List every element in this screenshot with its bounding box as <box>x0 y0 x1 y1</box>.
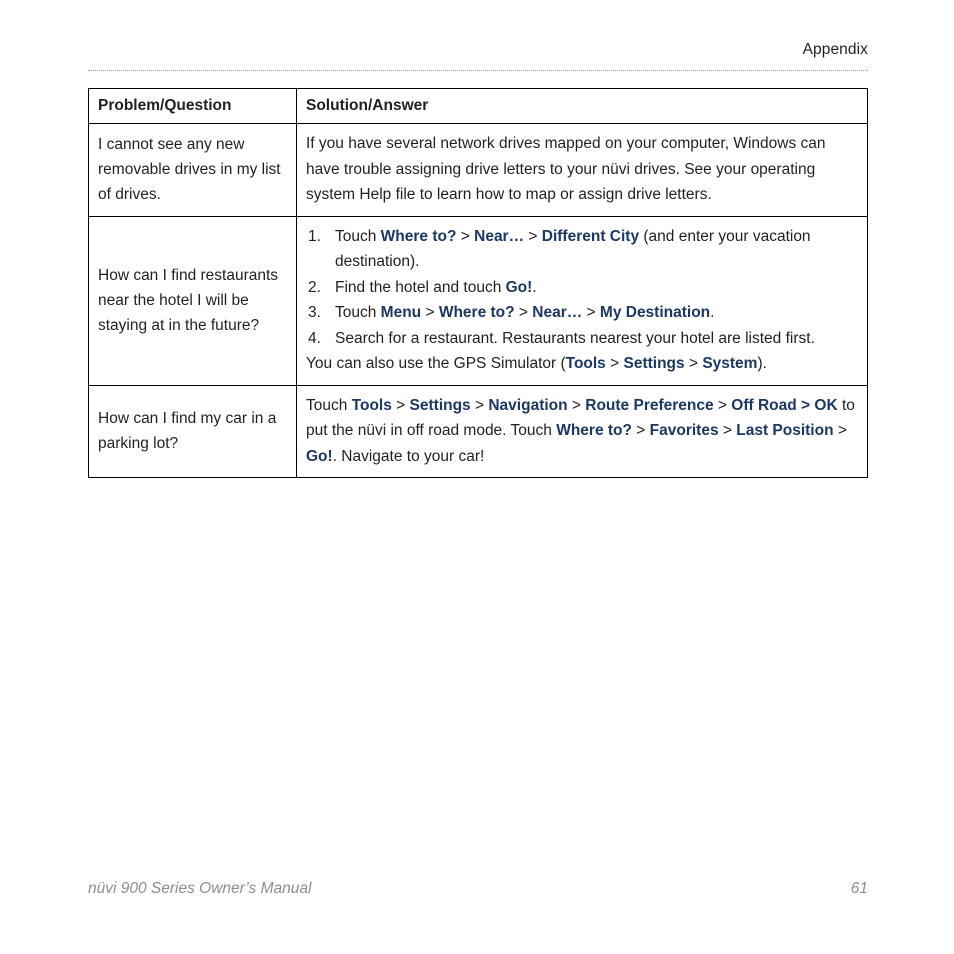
ui-term: Off Road <box>731 396 797 414</box>
path-separator: > <box>391 396 410 414</box>
ui-term: Route Preference <box>585 396 714 414</box>
ui-term: Go! <box>306 447 333 465</box>
ui-term: Tools <box>351 396 392 414</box>
answer-step-list: Touch Where to? > Near… > Different City… <box>306 224 858 352</box>
ui-term: Settings <box>623 355 685 372</box>
document-page: Appendix Problem/Question Solution/Answe… <box>0 0 954 954</box>
ui-term: Where to? <box>556 422 632 439</box>
ui-term: Last Position <box>736 422 834 439</box>
ui-term: Go! <box>505 278 533 296</box>
path-separator: > <box>524 227 542 245</box>
ui-term: OK <box>814 396 838 414</box>
cell-question-2: How can I find restaurants near the hote… <box>88 215 297 386</box>
cell-question-3: How can I find my car in a parking lot? <box>88 384 297 478</box>
footer-page-number: 61 <box>850 880 868 897</box>
answer-step: Find the hotel and touch Go!. <box>308 275 537 300</box>
table-row: How can I find my car in a parking lot? … <box>88 384 868 478</box>
column-header-answer: Solution/Answer <box>296 88 868 124</box>
path-separator: > <box>796 396 815 414</box>
faq-table: Problem/Question Solution/Answer I canno… <box>88 88 868 478</box>
path-separator: > <box>833 422 847 439</box>
cell-question-1: I cannot see any new removable drives in… <box>88 123 297 217</box>
path-separator: > <box>718 422 737 439</box>
cell-answer-1: If you have several network drives mappe… <box>296 123 868 217</box>
ui-term: Near… <box>532 304 583 321</box>
column-header-question: Problem/Question <box>88 88 297 124</box>
ui-term: Where to? <box>380 227 457 245</box>
ui-term: Navigation <box>488 396 568 414</box>
answer-closing-note: You can also use the GPS Simulator (Tool… <box>306 355 767 372</box>
answer-step: Search for a restaurant. Restaurants nea… <box>308 326 815 351</box>
ui-term: My Destination <box>599 304 711 321</box>
page-footer: nüvi 900 Series Owner’s Manual 61 <box>88 878 868 900</box>
path-separator: > <box>470 396 489 414</box>
path-separator: > <box>456 227 475 245</box>
ui-term: Different City <box>541 227 640 245</box>
ui-term: Near… <box>474 227 525 245</box>
path-separator: > <box>567 396 586 414</box>
table-row: How can I find restaurants near the hote… <box>88 215 868 386</box>
ui-term: Menu <box>380 304 422 321</box>
ui-term: Settings <box>409 396 471 414</box>
ui-term: System <box>702 355 758 372</box>
ui-term: Favorites <box>649 422 719 439</box>
path-separator: > <box>684 355 703 372</box>
running-head-rule <box>88 70 868 72</box>
path-separator: > <box>582 304 600 321</box>
answer-step: Touch Menu > Where to? > Near… > My Dest… <box>308 300 715 325</box>
running-head: Appendix <box>802 41 868 58</box>
path-separator: > <box>514 304 533 321</box>
footer-manual-title: nüvi 900 Series Owner’s Manual <box>88 880 312 897</box>
ui-term: Tools <box>565 355 606 372</box>
cell-answer-2: Touch Where to? > Near… > Different City… <box>296 215 868 386</box>
path-separator: > <box>421 304 439 321</box>
path-separator: > <box>631 422 650 439</box>
path-separator: > <box>605 355 624 372</box>
answer-step: Touch Where to? > Near… > Different City… <box>308 224 811 271</box>
cell-answer-3: Touch Tools > Settings > Navigation > Ro… <box>296 384 868 478</box>
table-row: I cannot see any new removable drives in… <box>88 123 868 217</box>
ui-term: Where to? <box>438 304 515 321</box>
table-header-row: Problem/Question Solution/Answer <box>88 88 868 124</box>
path-separator: > <box>713 396 732 414</box>
